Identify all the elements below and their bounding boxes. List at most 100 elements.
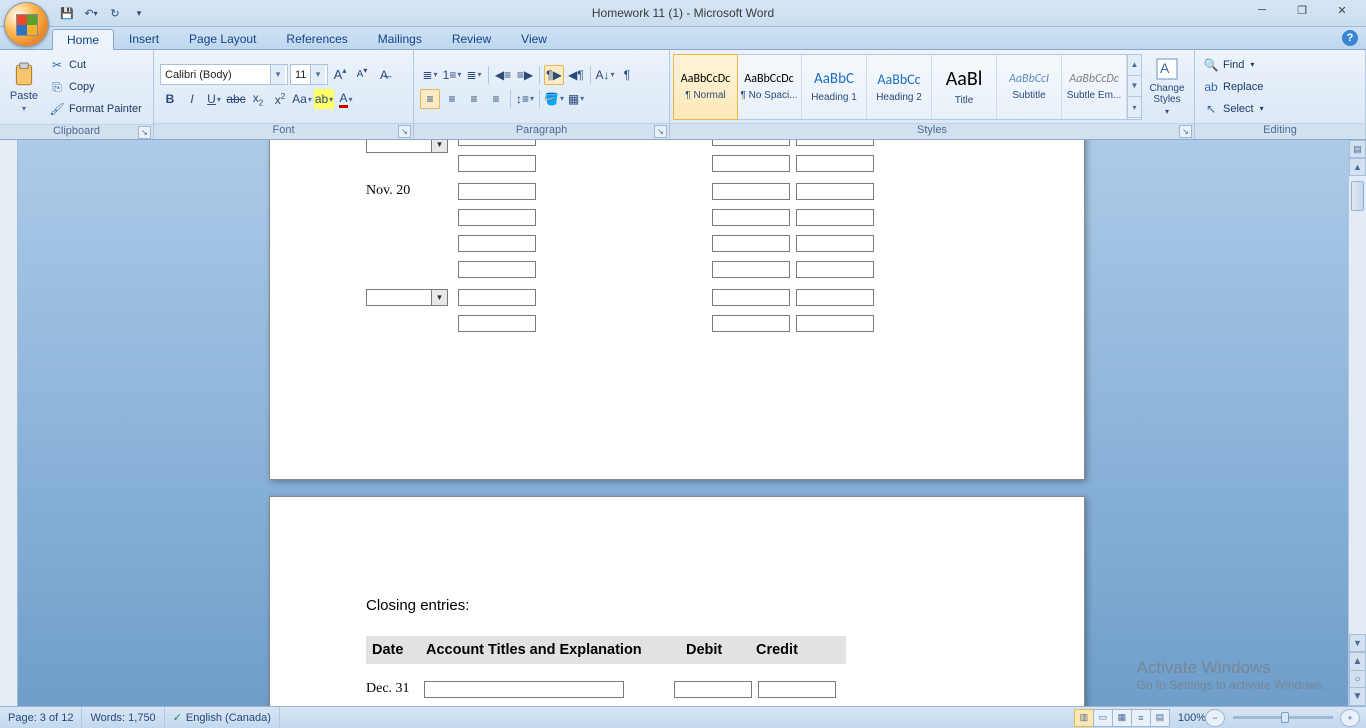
justify-button[interactable]: ≡ <box>486 89 506 109</box>
document-page[interactable]: Closing entries: Date Account Titles and… <box>269 496 1085 706</box>
rtl-button[interactable]: ◀¶ <box>566 65 586 85</box>
superscript-button[interactable]: x2 <box>270 89 290 109</box>
scroll-down-button[interactable]: ▼ <box>1349 634 1366 652</box>
minimize-button[interactable]: ─ <box>1242 0 1282 20</box>
paste-button[interactable]: Paste ▾ <box>4 52 44 122</box>
font-name-combo[interactable]: Calibri (Body) <box>160 64 288 85</box>
maximize-button[interactable]: ❐ <box>1282 0 1322 20</box>
replace-button[interactable]: abReplace <box>1198 76 1269 98</box>
form-field[interactable] <box>712 183 790 200</box>
align-right-button[interactable]: ≡ <box>464 89 484 109</box>
qat-redo[interactable]: ↻ <box>104 3 126 23</box>
gallery-up[interactable]: ▲ <box>1128 55 1141 76</box>
tab-mailings[interactable]: Mailings <box>363 28 437 49</box>
highlight-button[interactable]: ab <box>314 89 334 109</box>
form-field[interactable] <box>796 155 874 172</box>
zoom-slider-thumb[interactable] <box>1281 712 1289 723</box>
line-spacing-button[interactable]: ↕≡ <box>515 89 535 109</box>
grow-font-button[interactable]: A▴ <box>330 65 350 85</box>
form-field[interactable] <box>758 681 836 698</box>
font-launcher[interactable]: ↘ <box>398 125 411 138</box>
clear-formatting-button[interactable]: A̶ <box>374 65 394 85</box>
paragraph-launcher[interactable]: ↘ <box>654 125 667 138</box>
change-styles-button[interactable]: A Change Styles ▾ <box>1142 57 1192 116</box>
form-field[interactable] <box>796 289 874 306</box>
form-field[interactable] <box>712 155 790 172</box>
zoom-out-button[interactable]: − <box>1205 709 1225 727</box>
select-button[interactable]: ↖Select▾ <box>1198 98 1269 120</box>
tab-insert[interactable]: Insert <box>114 28 174 49</box>
form-field[interactable] <box>424 681 624 698</box>
scroll-up-button[interactable]: ▲ <box>1349 158 1366 176</box>
style-item[interactable]: AaBbCcDcSubtle Em... <box>1062 55 1127 119</box>
form-field[interactable] <box>458 183 536 200</box>
form-field[interactable] <box>458 140 536 146</box>
styles-launcher[interactable]: ↘ <box>1179 125 1192 138</box>
italic-button[interactable]: I <box>182 89 202 109</box>
form-field[interactable] <box>458 209 536 226</box>
status-page[interactable]: Page: 3 of 12 <box>0 707 82 728</box>
view-draft[interactable]: ▤ <box>1150 709 1170 727</box>
tab-home[interactable]: Home <box>52 29 114 50</box>
bold-button[interactable]: B <box>160 89 180 109</box>
document-page[interactable]: Nov. 20 <box>269 140 1085 480</box>
numbering-button[interactable]: 1≡ <box>442 65 462 85</box>
font-size-combo[interactable]: 11 <box>290 64 328 85</box>
form-field[interactable] <box>458 315 536 332</box>
form-field[interactable] <box>796 261 874 278</box>
style-item[interactable]: AaBbCcISubtitle <box>997 55 1062 119</box>
form-field[interactable] <box>458 235 536 252</box>
subscript-button[interactable]: x2 <box>248 89 268 109</box>
form-field[interactable] <box>796 235 874 252</box>
scroll-thumb[interactable] <box>1351 181 1364 211</box>
ltr-button[interactable]: ¶▶ <box>544 65 564 85</box>
tab-page-layout[interactable]: Page Layout <box>174 28 271 49</box>
font-color-button[interactable]: A <box>336 89 356 109</box>
help-icon[interactable]: ? <box>1342 30 1358 46</box>
form-field[interactable] <box>712 235 790 252</box>
qat-undo[interactable]: ↶▾ <box>80 3 102 23</box>
borders-button[interactable]: ▦ <box>566 89 586 109</box>
copy-button[interactable]: ⎘Copy <box>44 76 147 98</box>
gallery-down[interactable]: ▼ <box>1128 76 1141 97</box>
form-select[interactable] <box>366 289 448 306</box>
view-web-layout[interactable]: ▦ <box>1112 709 1132 727</box>
bullets-button[interactable]: ≣ <box>420 65 440 85</box>
form-field[interactable] <box>712 289 790 306</box>
form-field[interactable] <box>796 140 874 146</box>
form-field[interactable] <box>712 261 790 278</box>
prev-page-button[interactable]: ▲ <box>1349 653 1366 671</box>
tab-view[interactable]: View <box>506 28 562 49</box>
vertical-scrollbar[interactable]: ▤ ▲ ▼ ▲ ○ ▼ <box>1348 140 1366 706</box>
form-field[interactable] <box>458 155 536 172</box>
underline-button[interactable]: U <box>204 89 224 109</box>
style-item[interactable]: AaBbCcDc¶ Normal <box>673 54 738 120</box>
form-field[interactable] <box>712 315 790 332</box>
decrease-indent-button[interactable]: ◀≡ <box>493 65 513 85</box>
strikethrough-button[interactable]: abc <box>226 89 246 109</box>
form-field[interactable] <box>712 140 790 146</box>
find-button[interactable]: 🔍Find▾ <box>1198 54 1269 76</box>
style-item[interactable]: AaBbCcDc¶ No Spaci... <box>737 55 802 119</box>
scroll-track[interactable] <box>1349 176 1366 634</box>
clipboard-launcher[interactable]: ↘ <box>138 126 151 139</box>
shading-button[interactable]: 🪣 <box>544 89 564 109</box>
close-button[interactable]: ✕ <box>1322 0 1362 20</box>
vertical-ruler[interactable] <box>0 140 18 706</box>
zoom-level[interactable]: 100% <box>1178 712 1206 724</box>
view-outline[interactable]: ≡ <box>1131 709 1151 727</box>
style-item[interactable]: AaBlTitle <box>932 55 997 119</box>
form-field[interactable] <box>796 315 874 332</box>
sort-button[interactable]: A↓ <box>595 65 615 85</box>
tab-references[interactable]: References <box>271 28 362 49</box>
cut-button[interactable]: ✂Cut <box>44 54 147 76</box>
style-item[interactable]: AaBbCHeading 1 <box>802 55 867 119</box>
office-button[interactable] <box>4 2 49 47</box>
format-painter-button[interactable]: 🖌Format Painter <box>44 98 147 120</box>
status-language[interactable]: ✓English (Canada) <box>165 707 280 728</box>
shrink-font-button[interactable]: A▾ <box>352 65 372 85</box>
zoom-slider[interactable] <box>1233 716 1333 719</box>
align-center-button[interactable]: ≡ <box>442 89 462 109</box>
tab-review[interactable]: Review <box>437 28 506 49</box>
zoom-in-button[interactable]: + <box>1340 709 1360 727</box>
